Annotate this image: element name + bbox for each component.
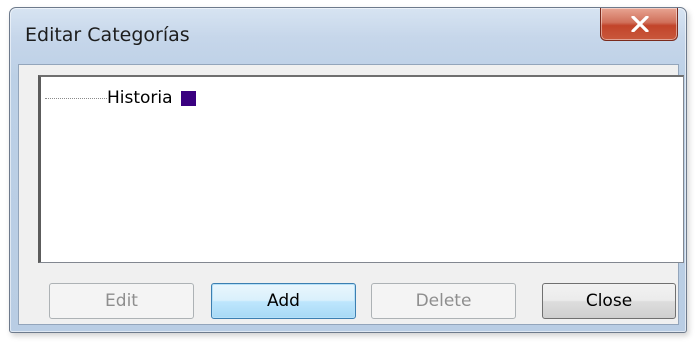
window-title: Editar Categorías <box>25 24 190 46</box>
edit-button[interactable]: Edit <box>49 283 194 319</box>
tree-item-label: Historia <box>107 88 173 108</box>
tree-connector-line <box>45 97 107 99</box>
dialog-client-area: Historia Edit Add Delete Close <box>18 64 684 325</box>
delete-button[interactable]: Delete <box>371 283 516 319</box>
close-button[interactable]: Close <box>542 283 676 319</box>
title-bar[interactable]: Editar Categorías <box>10 8 686 64</box>
dialog-window: Editar Categorías Historia Edit Add Dele… <box>9 7 687 333</box>
tree-item-historia[interactable]: Historia <box>45 87 196 109</box>
category-color-swatch <box>180 90 196 106</box>
close-x-icon <box>631 16 649 32</box>
categories-tree-view[interactable]: Historia <box>38 75 684 263</box>
add-button[interactable]: Add <box>211 283 356 319</box>
window-close-button[interactable] <box>600 8 678 41</box>
